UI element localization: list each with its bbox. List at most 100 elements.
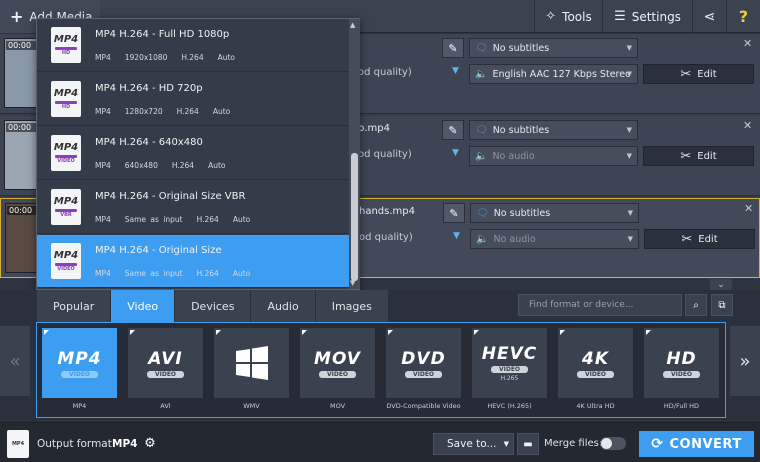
chevron-down-icon[interactable]: ▼ [452, 148, 459, 158]
video-thumbnail[interactable]: 00:00 [4, 120, 38, 190]
scroll-up-icon[interactable]: ▲ [350, 21, 355, 29]
chevron-down-icon: ▼ [626, 126, 632, 134]
close-icon[interactable]: ✕ [743, 119, 752, 132]
audio-value: No audio [492, 150, 535, 162]
merge-files-toggle[interactable] [600, 437, 626, 450]
scroll-down-icon[interactable]: ▼ [350, 279, 355, 287]
tab-popular[interactable]: Popular [37, 290, 112, 322]
edit-label: Edit [697, 68, 717, 80]
subtitles-select[interactable]: 🗨 No subtitles ▼ [469, 38, 638, 58]
format-card-hd[interactable]: HD VIDEO [644, 328, 719, 398]
edit-button[interactable]: ✂ Edit [643, 146, 754, 166]
toggle-knob [601, 438, 612, 449]
close-icon[interactable]: ✕ [743, 37, 752, 50]
preset-meta: MP4 Same as input H.264 Auto [95, 215, 251, 224]
edit-label: Edit [698, 233, 718, 245]
rename-pencil-icon[interactable]: ✎ [443, 203, 465, 223]
format-panel: Popular Video Devices Audio Images ⌕ ⧉ «… [0, 290, 760, 422]
speech-bubble-icon: 🗨 [475, 42, 488, 54]
plus-icon: + [10, 7, 24, 26]
rename-pencil-icon[interactable]: ✎ [442, 38, 464, 58]
video-thumbnail[interactable]: 00:00 [5, 203, 39, 273]
speech-bubble-icon: 🗨 [476, 207, 489, 219]
file-name: p.mp4 [358, 123, 390, 134]
tab-devices[interactable]: Devices [175, 290, 252, 322]
output-format-icon: MP4 [7, 430, 29, 458]
preset-meta: MP4 Same as input H.264 Auto [95, 269, 251, 278]
chevron-down-icon: ▼ [626, 152, 632, 160]
format-label: 4K Ultra HD [576, 402, 615, 410]
edit-label: Edit [697, 150, 717, 162]
chevron-down-icon[interactable]: ▼ [452, 66, 459, 76]
subtitles-value: No subtitles [492, 124, 550, 136]
audio-select[interactable]: 🔈 No audio ▼ [469, 146, 638, 166]
subtitles-select[interactable]: 🗨 No subtitles ▼ [470, 203, 639, 223]
preset-item[interactable]: MP4 HD MP4 H.264 - HD 720p MP4 1280x720 H.2… [37, 73, 349, 126]
edit-button[interactable]: ✂ Edit [644, 229, 755, 249]
gear-icon[interactable]: ⚙ [141, 434, 159, 452]
close-icon[interactable]: ✕ [744, 202, 753, 215]
format-card-mp4[interactable]: MP4 VIDEO [42, 328, 117, 398]
preset-title: MP4 H.264 - Full HD 1080p [95, 29, 230, 40]
preset-meta: MP4 640x480 H.264 Auto [95, 161, 226, 170]
edit-button[interactable]: ✂ Edit [643, 64, 754, 84]
help-button[interactable]: ? [726, 0, 760, 33]
format-card-dvd[interactable]: DVD VIDEO [386, 328, 461, 398]
refresh-icon: ⟳ [651, 436, 664, 452]
output-format-label: Output format: [37, 438, 116, 450]
format-card-wmv[interactable] [214, 328, 289, 398]
preset-item[interactable]: MP4 HD MP4 H.264 - Full HD 1080p MP4 1920x… [37, 19, 349, 72]
tools-label: Tools [562, 9, 592, 24]
tab-images[interactable]: Images [315, 290, 389, 322]
format-label: WMV [243, 402, 260, 410]
format-tabs: Popular Video Devices Audio Images [37, 290, 389, 322]
preset-item[interactable]: MP4 VBR MP4 H.264 - Original Size VBR MP4… [37, 181, 349, 234]
format-card-avi[interactable]: AVI VIDEO [128, 328, 203, 398]
save-to-button[interactable]: Save to... ▼ [433, 433, 514, 455]
search-icon[interactable]: ⌕ [685, 294, 707, 316]
scrollbar-thumb[interactable] [351, 153, 358, 281]
windows-logo-icon [235, 346, 268, 380]
audio-value: English AAC 127 Kbps Stereo [492, 68, 631, 80]
scissors-icon: ✂ [680, 66, 692, 82]
format-card-mov[interactable]: MOV VIDEO [300, 328, 375, 398]
preset-dropdown: MP4 HD MP4 H.264 - Full HD 1080p MP4 1920x… [36, 18, 360, 290]
audio-select[interactable]: 🔈 No audio ▼ [470, 229, 639, 249]
format-search-input[interactable] [518, 294, 682, 316]
scroll-left-icon[interactable]: « [0, 326, 30, 396]
share-button[interactable]: ⋖ [692, 0, 726, 33]
folder-icon[interactable]: ▬ [517, 433, 539, 455]
tools-button[interactable]: ✧ Tools [534, 0, 602, 33]
bottom-bar: MP4 Output format: MP4 ⚙ Save to... ▼ ▬ M… [0, 422, 760, 462]
preset-item-selected[interactable]: MP4 VIDEO MP4 H.264 - Original Size MP4 Sa… [37, 235, 349, 288]
rename-pencil-icon[interactable]: ✎ [442, 120, 464, 140]
subtitles-value: No subtitles [493, 207, 551, 219]
audio-select[interactable]: 🔈 English AAC 127 Kbps Stereo ▼ [469, 64, 638, 84]
format-label: MOV [329, 402, 346, 410]
subtitles-select[interactable]: 🗨 No subtitles ▼ [469, 120, 638, 140]
merge-files-label: Merge files: [544, 438, 603, 449]
video-thumbnail[interactable]: 00:00 [4, 38, 38, 108]
scroll-right-icon[interactable]: » [730, 326, 760, 396]
format-card-hevc[interactable]: HEVC VIDEO H.265 [472, 328, 547, 398]
speaker-icon: 🔈 [475, 150, 488, 162]
audio-value: No audio [493, 233, 536, 245]
convert-button[interactable]: ⟳ CONVERT [639, 431, 754, 457]
detect-device-icon[interactable]: ⧉ [711, 294, 733, 316]
quality-select[interactable]: od quality) [358, 149, 412, 160]
chevron-down-icon[interactable]: ▼ [453, 231, 460, 241]
settings-button[interactable]: ☰ Settings [602, 0, 692, 33]
tab-audio[interactable]: Audio [251, 290, 316, 322]
mp4-file-icon: MP4 VBR [51, 189, 81, 225]
quality-select[interactable]: od quality) [359, 232, 413, 243]
help-icon: ? [738, 7, 749, 26]
chevron-down-icon: ▼ [627, 235, 633, 243]
quality-select[interactable]: od quality) [358, 67, 412, 78]
magic-wand-icon: ✧ [545, 9, 557, 24]
tab-video[interactable]: Video [111, 290, 176, 322]
format-card-4k[interactable]: 4K VIDEO [558, 328, 633, 398]
scissors-icon: ✂ [680, 148, 692, 164]
preset-title: MP4 H.264 - Original Size VBR [95, 191, 246, 202]
preset-item[interactable]: MP4 VIDEO MP4 H.264 - 640x480 MP4 640x480 H… [37, 127, 349, 180]
dropdown-scrollbar[interactable]: ▲ ▼ [349, 19, 360, 289]
